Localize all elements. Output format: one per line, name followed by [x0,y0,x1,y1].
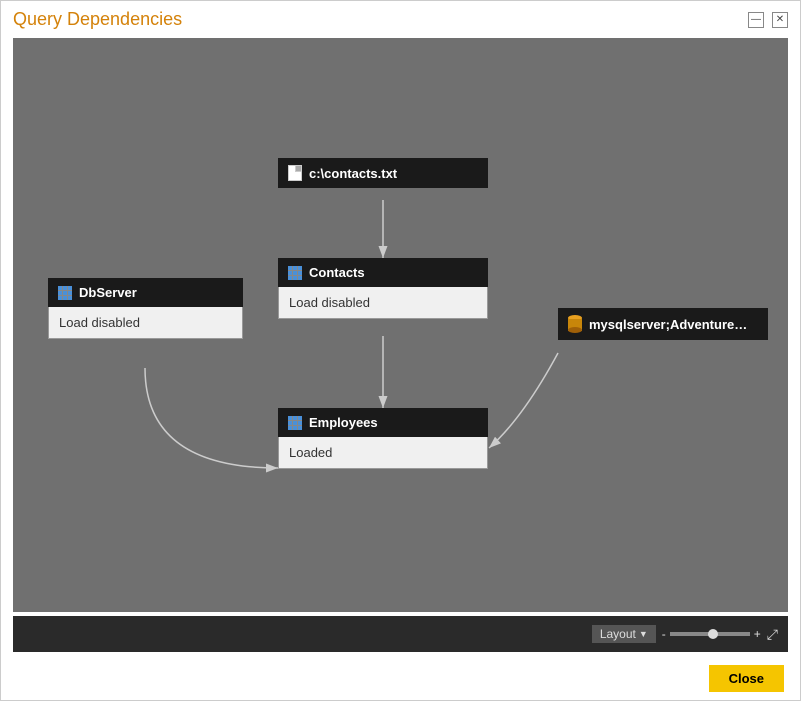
window-controls: — ✕ [748,12,788,28]
contacts-label: Contacts [309,265,365,280]
node-contacts-file[interactable]: c:\contacts.txt [278,158,488,188]
grid-icon-contacts [288,266,302,280]
contacts-status: Load disabled [289,295,370,310]
title-bar: Query Dependencies — ✕ [1,1,800,34]
zoom-minus-label[interactable]: - [662,627,666,641]
employees-body: Loaded [278,437,488,469]
zoom-controls: - + [662,627,761,641]
dbserver-body: Load disabled [48,307,243,339]
minimize-button[interactable]: — [748,12,764,28]
zoom-track[interactable] [670,632,750,636]
canvas-area: c:\contacts.txt Contacts Load disabled [13,38,788,612]
fit-button[interactable]: ⤢ [767,626,778,643]
contacts-header: Contacts [278,258,488,287]
grid-icon-dbserver [58,286,72,300]
node-mysqlserver[interactable]: mysqlserver;AdventureWor... [558,308,768,340]
cylinder-icon [568,315,582,333]
mysqlserver-label: mysqlserver;AdventureWor... [589,317,749,332]
grid-icon-employees [288,416,302,430]
layout-button[interactable]: Layout ▼ [592,625,656,643]
file-icon [288,165,302,181]
footer: Close [1,656,800,700]
zoom-plus-label[interactable]: + [754,627,761,641]
node-employees[interactable]: Employees Loaded [278,408,488,469]
layout-label: Layout [600,627,636,641]
node-contacts[interactable]: Contacts Load disabled [278,258,488,319]
employees-label: Employees [309,415,378,430]
dbserver-label: DbServer [79,285,137,300]
main-window: Query Dependencies — ✕ [0,0,801,701]
window-title: Query Dependencies [13,9,182,30]
contacts-file-label: c:\contacts.txt [309,166,397,181]
mysqlserver-header: mysqlserver;AdventureWor... [558,308,768,340]
layout-chevron-icon: ▼ [639,629,648,639]
dbserver-header: DbServer [48,278,243,307]
close-button[interactable]: Close [709,665,784,692]
node-dbserver[interactable]: DbServer Load disabled [48,278,243,339]
dbserver-status: Load disabled [59,315,140,330]
bottom-bar: Layout ▼ - + ⤢ [13,616,788,652]
employees-header: Employees [278,408,488,437]
contacts-body: Load disabled [278,287,488,319]
close-window-button[interactable]: ✕ [772,12,788,28]
contacts-file-header: c:\contacts.txt [278,158,488,188]
employees-status: Loaded [289,445,332,460]
zoom-thumb[interactable] [708,629,718,639]
